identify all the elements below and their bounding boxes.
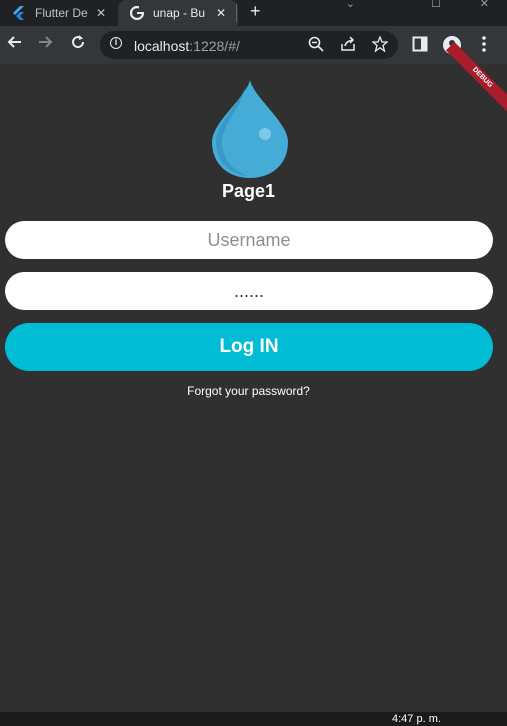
- maximize-icon[interactable]: ☐: [431, 0, 441, 10]
- page-title: Page1: [221, 181, 276, 201]
- tab-title: Flutter De: [35, 6, 88, 20]
- side-panel-icon[interactable]: [412, 36, 428, 57]
- close-tab-icon[interactable]: ✕: [96, 6, 106, 20]
- tab-flutter-demo[interactable]: Flutter De ✕: [0, 0, 118, 26]
- info-icon[interactable]: i: [110, 37, 122, 49]
- close-tab-icon[interactable]: ✕: [216, 6, 226, 20]
- menu-kebab-icon[interactable]: [482, 36, 486, 57]
- tab-divider: [236, 4, 237, 22]
- reload-icon[interactable]: [70, 34, 86, 54]
- url-text[interactable]: localhost:1228/#/: [134, 38, 240, 54]
- back-icon[interactable]: [6, 34, 22, 54]
- browser-toolbar: i localhost:1228/#/: [0, 26, 507, 64]
- flutter-icon: [12, 6, 26, 20]
- username-input[interactable]: [5, 221, 493, 259]
- password-input[interactable]: [5, 272, 493, 310]
- taskbar-clock: 4:47 p. m.: [392, 713, 441, 725]
- chevron-down-icon[interactable]: ⌄: [346, 0, 355, 10]
- address-bar[interactable]: i localhost:1228/#/: [100, 31, 398, 59]
- forgot-password-link[interactable]: Forgot your password?: [0, 384, 497, 398]
- share-icon[interactable]: [340, 36, 356, 55]
- app-body: DEBUG Page1 Log IN Forgot your password?: [0, 41, 507, 712]
- google-icon: [130, 6, 144, 20]
- tab-title: unap - Bu: [153, 6, 206, 20]
- taskbar: 4:47 p. m.: [0, 712, 507, 726]
- login-button[interactable]: Log IN: [5, 323, 493, 371]
- tab-strip: Flutter De ✕ unap - Bu ✕ + ⌄ ☐ ✕: [0, 0, 507, 26]
- water-drop-icon: [210, 78, 290, 185]
- new-tab-button[interactable]: +: [250, 1, 261, 22]
- zoom-icon[interactable]: [308, 36, 324, 55]
- tab-unap[interactable]: unap - Bu ✕: [118, 0, 238, 26]
- forward-icon[interactable]: [38, 34, 54, 54]
- bookmark-star-icon[interactable]: [371, 35, 389, 55]
- close-window-icon[interactable]: ✕: [480, 0, 489, 10]
